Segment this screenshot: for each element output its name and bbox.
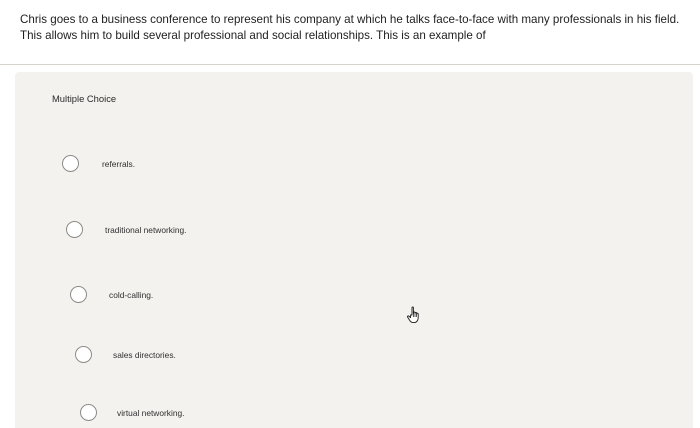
answer-panel — [15, 72, 693, 428]
answer-option-label: virtual networking. — [117, 407, 185, 418]
answer-option-label: sales directories. — [113, 349, 176, 360]
hand-pointer-icon — [407, 306, 419, 324]
radio-button[interactable] — [66, 221, 83, 238]
radio-button[interactable] — [75, 346, 92, 363]
answer-option-cold-calling[interactable]: cold-calling. — [70, 286, 153, 303]
answer-option-virtual-networking[interactable]: virtual networking. — [80, 404, 185, 421]
radio-button[interactable] — [70, 286, 87, 303]
question-type-label: Multiple Choice — [52, 93, 117, 104]
radio-button[interactable] — [62, 155, 79, 172]
answer-option-sales-directories[interactable]: sales directories. — [75, 346, 176, 363]
divider — [0, 64, 700, 65]
answer-option-traditional-networking[interactable]: traditional networking. — [66, 221, 186, 238]
answer-option-label: traditional networking. — [105, 224, 187, 235]
question-text: Chris goes to a business conference to r… — [20, 13, 680, 42]
quiz-page: Chris goes to a business conference to r… — [0, 0, 700, 428]
radio-button[interactable] — [80, 404, 97, 421]
answer-option-referrals[interactable]: referrals. — [62, 155, 135, 172]
answer-option-label: cold-calling. — [109, 289, 154, 300]
answer-option-label: referrals. — [102, 158, 136, 169]
